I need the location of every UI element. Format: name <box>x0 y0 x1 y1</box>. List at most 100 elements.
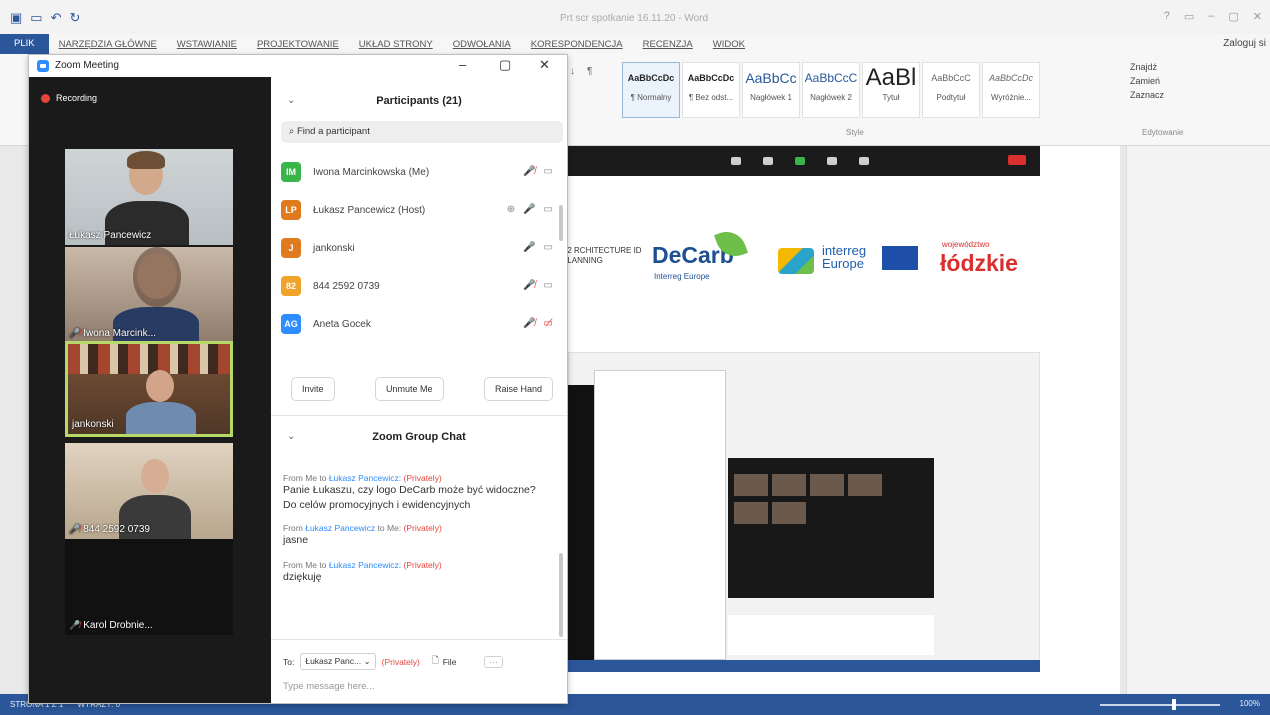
style-heading-1[interactable]: AaBbCc Nagłówek 1 <box>742 62 800 118</box>
login-link[interactable]: Zaloguj si <box>1223 38 1266 49</box>
mic-muted-icon[interactable]: 🎤̸ <box>523 280 535 291</box>
participant-row[interactable]: LP Łukasz Pancewicz (Host) ⊕ 🎤 ▭ <box>281 191 553 229</box>
style-no-spacing[interactable]: AaBbCcDc ¶ Bez odst... <box>682 62 740 118</box>
collapse-chevron-icon[interactable]: ⌄ <box>287 423 295 451</box>
tab-layout[interactable]: UKŁAD STRONY <box>349 39 443 50</box>
nested-thumb <box>734 474 768 496</box>
file-label: File <box>442 656 457 667</box>
nested-participants-panel <box>594 370 726 660</box>
video-tile[interactable]: 🎤̸ 844 2592 0739 <box>65 443 233 539</box>
zoom-window: Zoom Meeting – ▢ ✕ Recording Łukasz Panc… <box>28 54 568 704</box>
video-tile[interactable]: 🎤̸ Karol Drobnie... <box>65 539 233 635</box>
stop-share-button[interactable] <box>1008 155 1026 165</box>
chat-tool-icon[interactable] <box>763 157 773 165</box>
camera-icon[interactable]: ▭ <box>544 166 553 177</box>
camera-icon[interactable]: ▭ <box>544 204 553 215</box>
style-sample: AaBbCc <box>745 70 797 86</box>
chat-recipient[interactable]: Łukasz Pancewicz: <box>329 473 401 483</box>
lodzkie-top: województwo <box>942 240 990 249</box>
replace-button[interactable]: Zamień <box>1130 76 1164 86</box>
unmute-me-button[interactable]: Unmute Me <box>374 377 444 401</box>
mic-muted-icon: 🎤̸ <box>69 328 81 338</box>
style-name: Nagłówek 2 <box>810 93 852 102</box>
ribbon-options-icon[interactable]: ▭ <box>1184 10 1194 23</box>
select-button[interactable]: Zaznacz <box>1130 90 1164 100</box>
participants-tool-icon[interactable] <box>731 157 741 165</box>
video-tile[interactable]: 🎤̸ Iwona Marcink... <box>65 247 233 343</box>
more-options-button[interactable]: ··· <box>484 655 503 668</box>
tab-insert[interactable]: WSTAWIANIE <box>167 39 247 50</box>
chat-recipient[interactable]: Łukasz Pancewicz: <box>329 560 401 570</box>
undo-icon[interactable]: ↶ <box>51 10 62 26</box>
zoom-slider[interactable] <box>1100 704 1220 706</box>
participant-row[interactable]: 82 844 2592 0739 🎤̸ ▭ <box>281 267 553 305</box>
maximize-icon[interactable]: ▢ <box>499 57 511 73</box>
share-tool-icon[interactable] <box>795 157 805 165</box>
tile-label: 🎤̸ Karol Drobnie... <box>69 620 153 631</box>
sort-icon[interactable]: ↓ <box>570 66 575 77</box>
tab-mailings[interactable]: KORESPONDENCJA <box>521 39 633 50</box>
redo-icon[interactable]: ↻ <box>70 10 81 26</box>
participant-row[interactable]: J jankonski 🎤 ▭ <box>281 229 553 267</box>
recipient-dropdown[interactable]: Łukasz Panc... ⌄ <box>300 653 376 670</box>
save-icon[interactable]: ▭ <box>30 10 42 26</box>
tab-home[interactable]: NARZĘDZIA GŁÓWNE <box>49 39 167 50</box>
record-tool-icon[interactable] <box>827 157 837 165</box>
chat-sender[interactable]: Łukasz Pancewicz <box>305 523 375 533</box>
video-tile-active-speaker[interactable]: jankonski <box>65 341 233 437</box>
close-icon[interactable]: ✕ <box>539 57 550 73</box>
mic-icon[interactable]: 🎤 <box>523 242 535 253</box>
chat-scrollbar[interactable] <box>559 553 563 637</box>
file-button[interactable]: 🗋 File <box>432 655 457 669</box>
minimize-icon[interactable]: – <box>1208 10 1214 23</box>
tab-design[interactable]: PROJEKTOWANIE <box>247 39 349 50</box>
quick-access-toolbar: ▣ ▭ ↶ ↻ <box>10 10 80 26</box>
pilcrow-icon[interactable]: ¶ <box>587 66 592 77</box>
minimize-icon[interactable]: – <box>459 57 466 72</box>
find-button[interactable]: Znajdź <box>1130 62 1164 72</box>
chat-message: Panie Łukaszu, czy logo DeCarb może być … <box>283 484 536 511</box>
chat-from: From <box>283 523 303 533</box>
video-tile[interactable]: Łukasz Pancewicz <box>65 149 233 245</box>
tab-file[interactable]: PLIK <box>0 34 49 54</box>
recording-indicator[interactable]: Recording <box>41 93 97 103</box>
maximize-icon[interactable]: ▢ <box>1228 10 1238 23</box>
style-normal[interactable]: AaBbCcDc ¶ Normalny <box>622 62 680 118</box>
tab-references[interactable]: ODWOŁANIA <box>443 39 521 50</box>
participant-name: Iwona Marcinkowska (Me) <box>313 166 430 178</box>
mic-icon[interactable]: 🎤 <box>523 204 535 215</box>
tab-view[interactable]: WIDOK <box>703 39 755 50</box>
recipient-value: Łukasz Panc... <box>305 656 362 666</box>
to-label: To: <box>283 656 295 667</box>
mic-muted-icon[interactable]: 🎤̸ <box>523 318 535 329</box>
style-sample: AaBbCcC <box>804 71 858 85</box>
participant-row[interactable]: AG Aneta Gocek 🎤̸ ▭̸ <box>281 305 553 343</box>
participant-row[interactable]: IM Iwona Marcinkowska (Me) 🎤̸ ▭ <box>281 153 553 191</box>
document-title: Prt scr spotkanie 16.11.20 - Word <box>560 13 709 24</box>
camera-icon[interactable]: ▭ <box>544 280 553 291</box>
collapse-chevron-icon[interactable]: ⌄ <box>287 87 295 115</box>
participant-search-input[interactable]: ⌕ Find a participant <box>281 121 563 143</box>
participant-actions: Invite Unmute Me Raise Hand <box>291 377 553 401</box>
mic-muted-icon[interactable]: 🎤̸ <box>523 166 535 177</box>
camera-icon[interactable]: ▭ <box>544 242 553 253</box>
zoom-slider-handle[interactable] <box>1172 699 1176 710</box>
style-emphasis[interactable]: AaBbCcDc Wyróżnie... <box>982 62 1040 118</box>
help-icon[interactable]: ? <box>1164 10 1170 23</box>
style-heading-2[interactable]: AaBbCcC Nagłówek 2 <box>802 62 860 118</box>
invite-button[interactable]: Invite <box>291 377 335 401</box>
side-pane: ⌄ Participants (21) ⌕ Find a participant… <box>271 77 567 703</box>
raise-hand-button[interactable]: Raise Hand <box>483 377 553 401</box>
style-title[interactable]: AaBl Tytuł <box>862 62 920 118</box>
style-subtitle[interactable]: AaBbCcC Podtytuł <box>922 62 980 118</box>
close-icon[interactable]: ✕ <box>1253 10 1262 23</box>
zoom-level[interactable]: 100% <box>1240 699 1260 708</box>
tab-review[interactable]: RECENZJA <box>633 39 703 50</box>
camera-off-icon[interactable]: ▭̸ <box>544 318 553 329</box>
nested-thumb <box>772 474 806 496</box>
reactions-tool-icon[interactable] <box>859 157 869 165</box>
private-tag: (Privately) <box>403 523 442 533</box>
style-sample: AaBbCcDc <box>687 73 735 83</box>
participants-scrollbar[interactable] <box>559 205 563 241</box>
chat-message-input[interactable]: Type message here... <box>283 681 374 692</box>
